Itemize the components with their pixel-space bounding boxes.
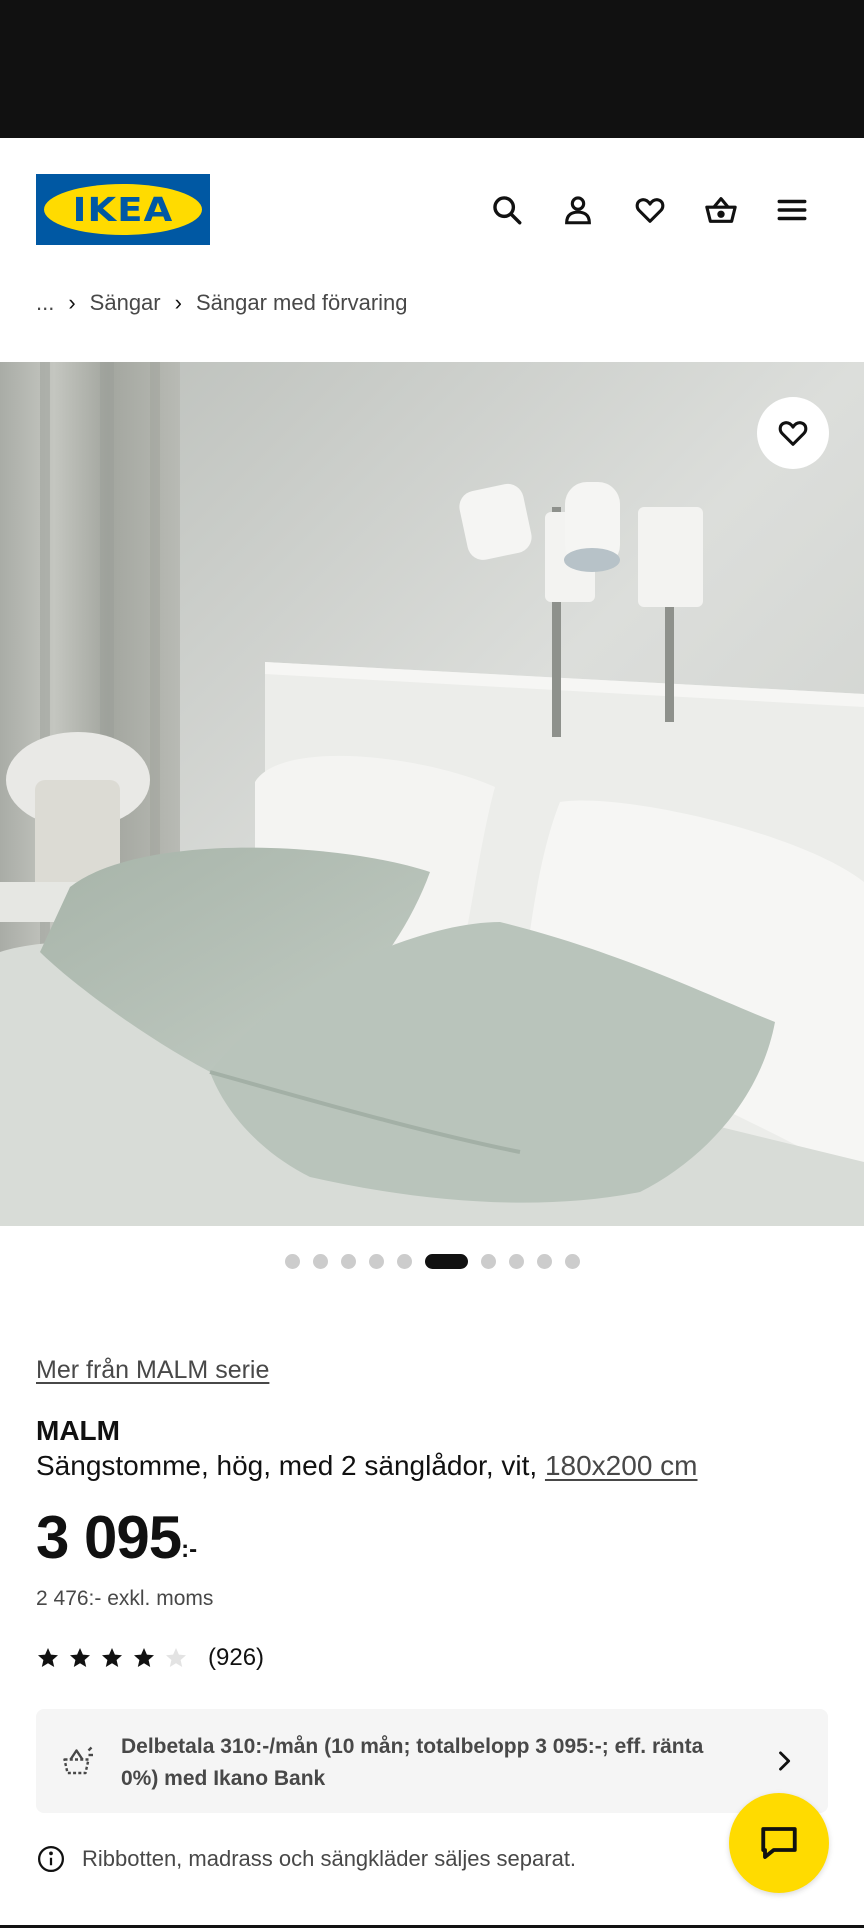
chevron-right-icon: [779, 1751, 791, 1771]
breadcrumb: ... › Sängar › Sängar med förvaring: [36, 288, 408, 318]
product-price: 3 095 :-: [36, 1508, 197, 1568]
gallery-dots: [0, 1252, 864, 1270]
breadcrumb-item-sangar-med-forvaring[interactable]: Sängar med förvaring: [196, 290, 408, 316]
installment-text: Delbetala 310:-/mån (10 mån; totalbelopp…: [121, 1735, 704, 1790]
gallery-dot[interactable]: [480, 1253, 496, 1269]
status-bar: [0, 0, 864, 138]
gallery-dot[interactable]: [368, 1253, 384, 1269]
size-link[interactable]: 180x200 cm: [545, 1450, 698, 1481]
gallery-dot[interactable]: [284, 1253, 300, 1269]
menu-icon[interactable]: [770, 188, 814, 232]
chat-icon: [761, 1827, 797, 1859]
star-filled-icon: [70, 1648, 90, 1667]
bed-photo: [0, 362, 864, 1226]
gallery-dot[interactable]: [312, 1253, 328, 1269]
gallery-dot[interactable]: [340, 1253, 356, 1269]
chat-button[interactable]: [729, 1793, 829, 1893]
star-filled-icon: [38, 1648, 58, 1667]
heart-icon: [778, 421, 808, 446]
gallery-dot[interactable]: [396, 1253, 412, 1269]
product-image[interactable]: [0, 362, 864, 1226]
heart-icon[interactable]: [628, 188, 672, 232]
price-suffix: :-: [181, 1536, 198, 1563]
ikea-logo[interactable]: IKEA: [36, 174, 210, 245]
rating[interactable]: (926): [36, 1643, 264, 1673]
logo-text: IKEA: [72, 190, 174, 229]
installment-banner[interactable]: Delbetala 310:-/mån (10 mån; totalbelopp…: [36, 1709, 828, 1813]
site-header: IKEA: [0, 138, 864, 280]
gallery-dot[interactable]: [564, 1253, 580, 1269]
search-icon[interactable]: [485, 188, 529, 232]
product-description-text: Sängstomme, hög, med 2 sänglådor, vit,: [36, 1450, 538, 1481]
basket-icon[interactable]: [699, 188, 743, 232]
info-note: Ribbotten, madrass och sängkläder säljes…: [36, 1843, 576, 1875]
star-filled-icon: [134, 1648, 154, 1667]
series-link[interactable]: Mer från MALM serie: [36, 1356, 269, 1385]
info-text: Ribbotten, madrass och sängkläder säljes…: [82, 1846, 577, 1871]
gallery-dot[interactable]: [508, 1253, 524, 1269]
logo-oval: IKEA: [44, 184, 202, 235]
info-icon: [38, 1846, 64, 1872]
price-amount: 3 095: [36, 1504, 182, 1571]
rating-count: (926): [208, 1644, 265, 1671]
gallery-dot[interactable]: [536, 1253, 552, 1269]
chevron-right-icon: ›: [174, 290, 182, 315]
basket-payment-icon: [63, 1746, 93, 1775]
star-filled-icon: [102, 1648, 122, 1667]
price-excl-vat: 2 476:- exkl. moms: [36, 1587, 214, 1610]
product-name: MALM: [36, 1415, 120, 1446]
product-description: Sängstomme, hög, med 2 sänglådor, vit, 1…: [36, 1450, 698, 1482]
chevron-right-icon: ›: [68, 290, 76, 315]
account-icon[interactable]: [556, 188, 600, 232]
star-empty-icon: [166, 1648, 186, 1667]
favorite-button[interactable]: [757, 397, 829, 469]
breadcrumb-ellipsis[interactable]: ...: [36, 290, 54, 316]
gallery-dot-active[interactable]: [424, 1253, 468, 1269]
breadcrumb-item-sangar[interactable]: Sängar: [90, 290, 161, 316]
